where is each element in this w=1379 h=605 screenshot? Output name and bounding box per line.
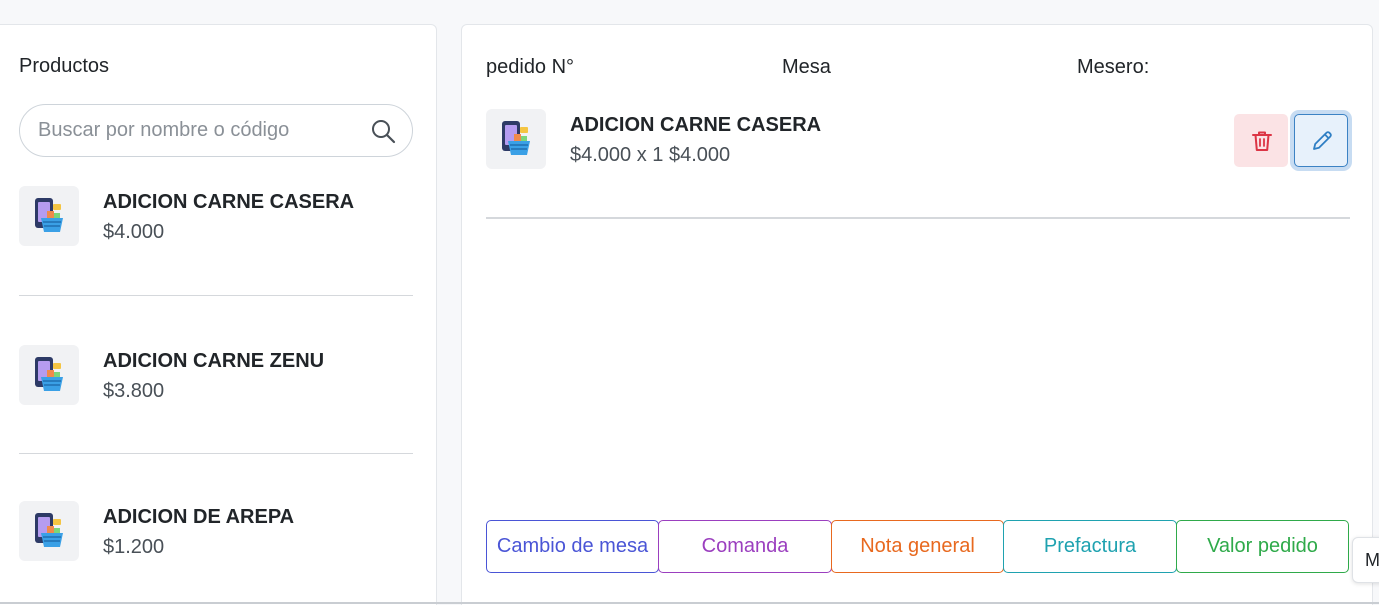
waiter-label: Mesero: bbox=[1077, 56, 1150, 78]
product-price: $4.000 bbox=[103, 221, 165, 243]
order-panel: pedido N° Mesa Mesero: ADICION CARNE CAS… bbox=[461, 24, 1373, 605]
product-basket-icon bbox=[19, 345, 79, 405]
order-divider bbox=[486, 217, 1350, 219]
search-icon[interactable] bbox=[370, 118, 396, 144]
product-price: $1.200 bbox=[103, 536, 165, 558]
bottom-border bbox=[0, 602, 1379, 604]
edit-item-button[interactable] bbox=[1294, 114, 1348, 167]
general-note-button[interactable]: Nota general bbox=[831, 520, 1004, 573]
edge-tab-label: M bbox=[1365, 550, 1379, 570]
search-box[interactable] bbox=[19, 104, 413, 157]
order-value-button[interactable]: Valor pedido bbox=[1176, 520, 1349, 573]
products-panel: Productos ADICION CARNE CASERA $4.0 bbox=[0, 24, 437, 605]
product-name: ADICION CARNE CASERA bbox=[103, 191, 355, 213]
product-item[interactable]: ADICION DE AREPA $1.200 bbox=[19, 501, 413, 561]
order-item-detail: $4.000 x 1 $4.000 bbox=[570, 144, 731, 166]
table-label: Mesa bbox=[782, 56, 831, 78]
product-name: ADICION DE AREPA bbox=[103, 506, 295, 528]
product-item[interactable]: ADICION CARNE ZENU $3.800 bbox=[19, 345, 413, 405]
order-number-label: pedido N° bbox=[486, 56, 575, 78]
product-divider bbox=[19, 453, 413, 454]
product-price: $3.800 bbox=[103, 380, 165, 402]
product-basket-icon bbox=[19, 501, 79, 561]
product-name: ADICION CARNE ZENU bbox=[103, 350, 325, 372]
order-item: ADICION CARNE CASERA $4.000 x 1 $4.000 bbox=[486, 109, 1350, 171]
product-basket-icon bbox=[19, 186, 79, 246]
products-title: Productos bbox=[19, 55, 110, 77]
delete-item-button[interactable] bbox=[1234, 114, 1288, 167]
product-basket-icon bbox=[486, 109, 546, 169]
order-item-name: ADICION CARNE CASERA bbox=[570, 114, 822, 136]
product-divider bbox=[19, 295, 413, 296]
edge-tab[interactable]: M bbox=[1352, 537, 1379, 583]
product-item[interactable]: ADICION CARNE CASERA $4.000 bbox=[19, 186, 413, 246]
search-input[interactable] bbox=[38, 105, 358, 156]
change-table-button[interactable]: Cambio de mesa bbox=[486, 520, 659, 573]
pre-invoice-button[interactable]: Prefactura bbox=[1003, 520, 1177, 573]
command-button[interactable]: Comanda bbox=[658, 520, 832, 573]
